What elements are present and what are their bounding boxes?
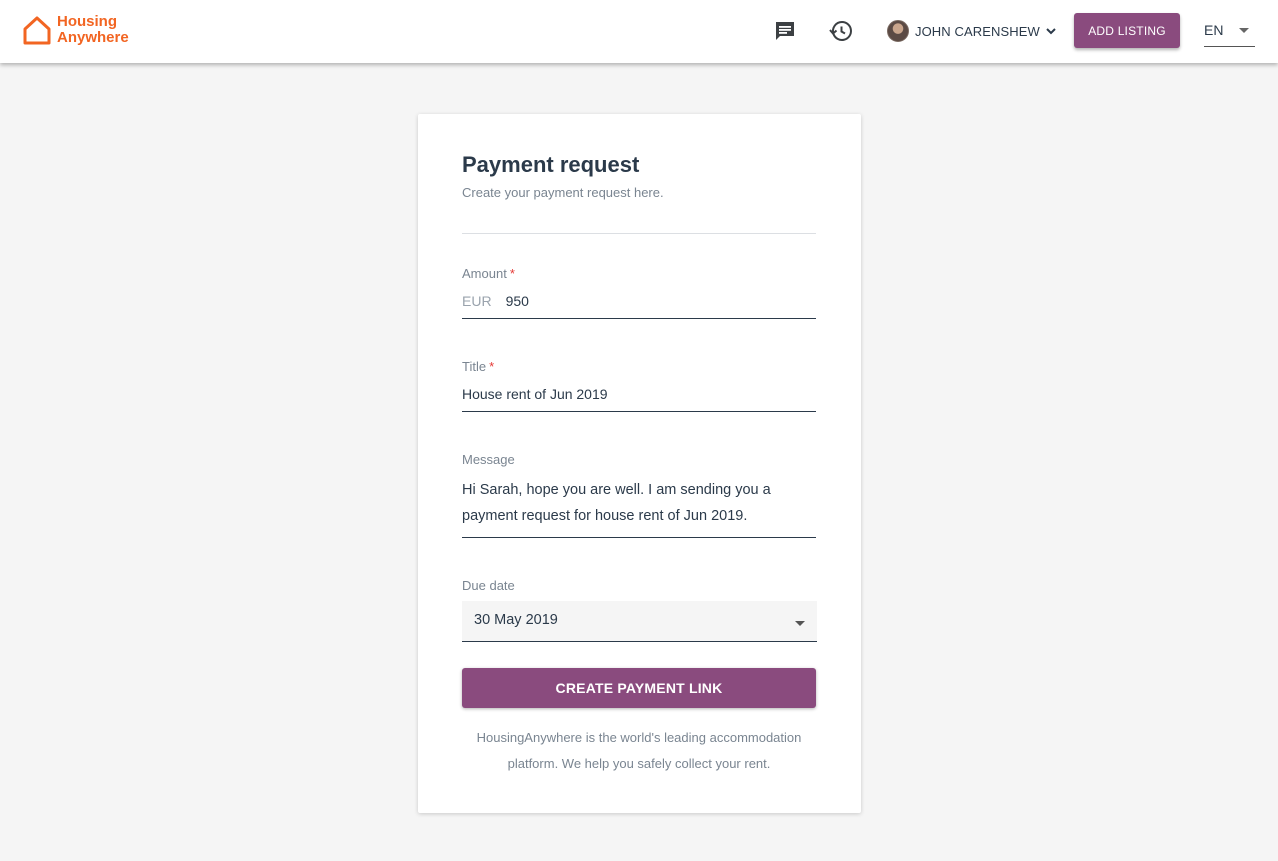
title-value: House rent of Jun 2019 [462,386,608,402]
history-icon[interactable] [829,19,853,43]
message-label: Message [462,452,515,467]
due-date-value: 30 May 2019 [474,612,558,628]
footer-note: HousingAnywhere is the world's leading a… [476,730,802,771]
logo-line-2: Anywhere [57,29,129,46]
add-listing-button[interactable]: ADD LISTING [1074,13,1180,48]
logo-line-1: Housing [57,13,117,30]
logo-text: Housing Anywhere [57,14,129,46]
due-date-select[interactable]: 30 May 2019 [462,601,817,642]
amount-value: 950 [505,293,529,309]
due-date-label: Due date [462,578,515,593]
housing-anywhere-logo[interactable]: Housing Anywhere [22,14,129,46]
payment-request-card: Payment request Create your payment requ… [418,114,861,813]
currency-prefix: EUR [462,293,492,309]
required-mark: * [509,266,515,281]
message-field[interactable]: Hi Sarah, hope you are well. I am sendin… [462,477,816,538]
avatar [887,20,909,42]
top-header: Housing Anywhere JOHN CARENSHEW ADD LIST… [0,0,1278,63]
page-title: Payment request [462,152,640,177]
page-subtitle: Create your payment request here. [462,185,664,200]
title-field[interactable]: House rent of Jun 2019 [462,384,816,412]
house-logo-icon [23,16,51,45]
user-menu[interactable]: JOHN CARENSHEW [887,19,1057,43]
title-label-text: Title [462,359,487,374]
divider [462,233,816,234]
user-name: JOHN CARENSHEW [915,23,1040,39]
messages-icon[interactable] [773,19,797,43]
message-value: Hi Sarah, hope you are well. I am sendin… [462,482,771,524]
amount-field[interactable]: EUR 950 [462,290,816,319]
title-label: Title * [462,359,494,374]
caret-down-icon [795,621,805,626]
language-select[interactable]: EN [1204,18,1255,47]
amount-label: Amount * [462,266,515,281]
required-mark: * [489,359,495,374]
create-payment-link-button[interactable]: CREATE PAYMENT LINK [462,668,816,708]
chevron-down-icon [1046,28,1056,35]
language-value: EN [1204,22,1224,38]
caret-down-icon [1239,28,1249,33]
amount-label-text: Amount [462,266,507,281]
